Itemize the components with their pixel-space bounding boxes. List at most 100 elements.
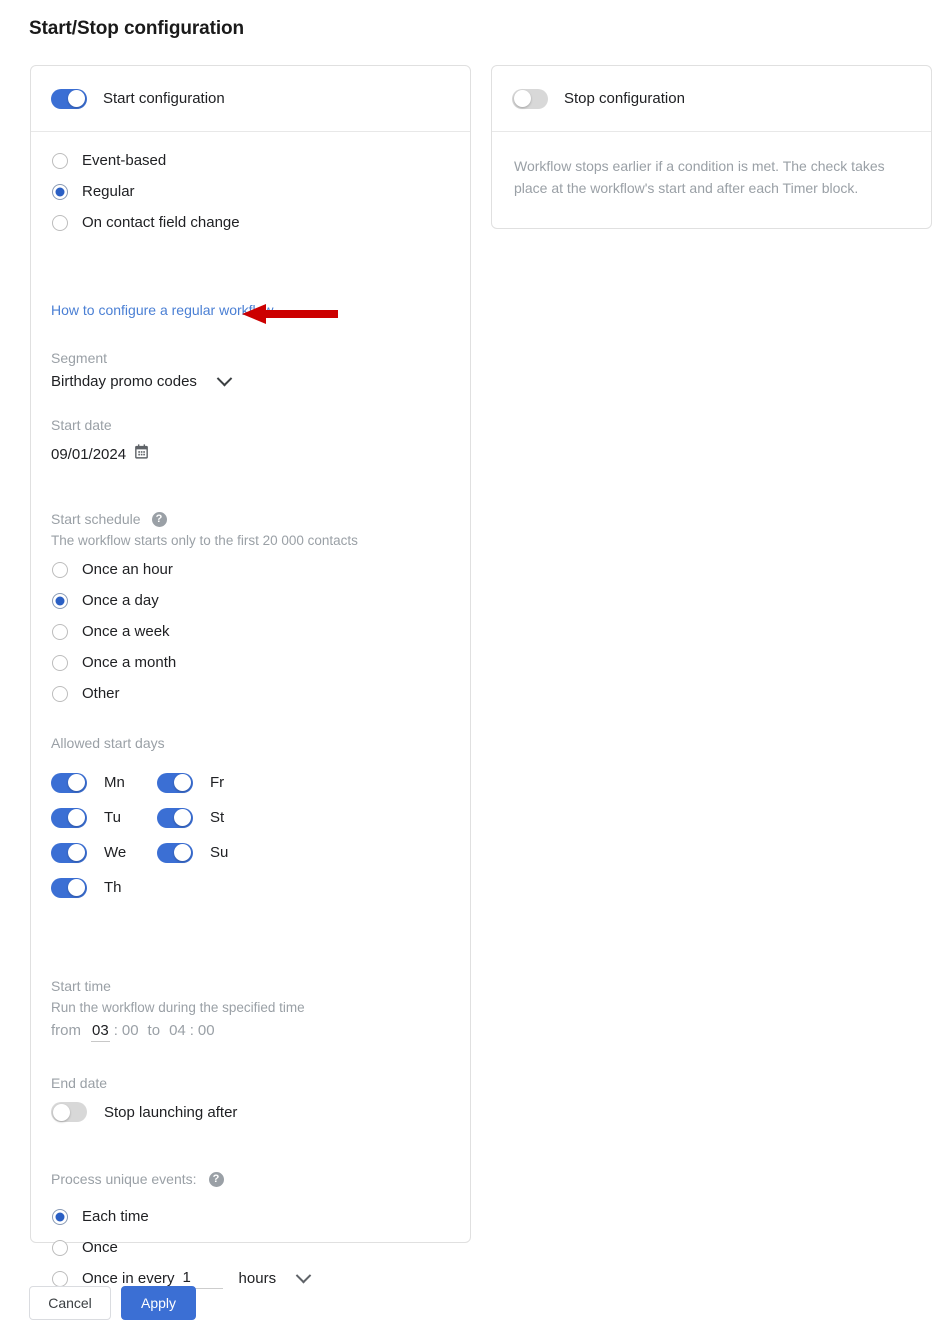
radio-icon bbox=[52, 1270, 68, 1287]
start-stop-configuration-page: Start/Stop configuration Start configura… bbox=[0, 0, 946, 1342]
day-toggle-switch[interactable] bbox=[157, 842, 193, 863]
day-toggle-su[interactable]: Su bbox=[157, 835, 228, 870]
radio-icon-selected bbox=[52, 183, 68, 200]
start-time-range: from 03 : 00 to 04 : 00 bbox=[51, 1022, 215, 1042]
start-configuration-label: Start configuration bbox=[103, 90, 225, 107]
allowed-days-column-one: Mn Tu We Th bbox=[51, 765, 126, 905]
start-date-label: Start date bbox=[51, 417, 112, 433]
radio-label: On contact field change bbox=[82, 214, 240, 231]
interval-unit-dropdown[interactable]: hours bbox=[239, 1267, 312, 1287]
radio-icon bbox=[52, 152, 68, 169]
chevron-down-icon bbox=[216, 370, 233, 387]
radio-icon bbox=[52, 685, 68, 702]
radio-option-regular[interactable]: Regular bbox=[51, 176, 240, 207]
start-schedule-note: The workflow starts only to the first 20… bbox=[51, 533, 358, 548]
radio-option-on-contact-field-change[interactable]: On contact field change bbox=[51, 207, 240, 238]
day-toggle-switch[interactable] bbox=[51, 772, 87, 793]
process-unique-events-label-row: Process unique events: ? bbox=[51, 1171, 224, 1187]
radio-option-once-a-month[interactable]: Once a month bbox=[51, 647, 176, 678]
toggle-knob bbox=[68, 809, 85, 826]
cancel-button[interactable]: Cancel bbox=[29, 1286, 111, 1320]
segment-dropdown[interactable]: Birthday promo codes bbox=[51, 370, 233, 390]
day-toggle-switch[interactable] bbox=[157, 772, 193, 793]
help-icon[interactable]: ? bbox=[151, 511, 167, 527]
radio-label: Regular bbox=[82, 183, 135, 200]
start-schedule-label: Start schedule bbox=[51, 511, 141, 527]
radio-icon bbox=[52, 1239, 68, 1256]
day-toggle-mn[interactable]: Mn bbox=[51, 765, 126, 800]
radio-option-once[interactable]: Once bbox=[51, 1232, 309, 1263]
process-unique-events-radio-group: Each time Once Once in every 1 hours bbox=[51, 1201, 312, 1294]
toggle-knob bbox=[174, 809, 191, 826]
day-toggle-switch[interactable] bbox=[157, 807, 193, 828]
chevron-down-icon bbox=[295, 1267, 312, 1284]
stop-configuration-header: Stop configuration bbox=[492, 66, 931, 132]
toggle-knob bbox=[53, 1103, 70, 1121]
radio-option-once-an-hour[interactable]: Once an hour bbox=[51, 554, 176, 585]
day-label: Su bbox=[210, 844, 229, 861]
start-configuration-body: Event-based Regular On contact field cha… bbox=[31, 132, 470, 1289]
start-configuration-toggle[interactable] bbox=[51, 88, 87, 109]
radio-icon-selected bbox=[52, 592, 68, 609]
day-toggle-st[interactable]: St bbox=[157, 800, 228, 835]
allowed-start-days-label: Allowed start days bbox=[51, 735, 165, 751]
start-time-label: Start time bbox=[51, 978, 111, 994]
day-toggle-th[interactable]: Th bbox=[51, 870, 126, 905]
day-toggle-fr[interactable]: Fr bbox=[157, 765, 228, 800]
stop-launching-after-row[interactable]: Stop launching after bbox=[51, 1102, 237, 1122]
radio-label: Each time bbox=[82, 1208, 149, 1225]
apply-button[interactable]: Apply bbox=[121, 1286, 196, 1320]
toggle-knob bbox=[514, 90, 531, 107]
annotation-arrow-icon bbox=[242, 304, 338, 324]
radio-label: Once in every bbox=[82, 1270, 175, 1287]
day-toggle-switch[interactable] bbox=[51, 842, 87, 863]
day-label: Tu bbox=[104, 809, 121, 826]
toggle-knob bbox=[68, 774, 85, 791]
start-configuration-card: Start configuration Event-based Regular … bbox=[30, 65, 471, 1289]
day-toggle-switch[interactable] bbox=[51, 877, 87, 898]
to-label: to bbox=[147, 1022, 161, 1039]
from-label: from bbox=[51, 1022, 81, 1039]
time-colon: : bbox=[189, 1022, 194, 1039]
stop-configuration-body: Workflow stops earlier if a condition is… bbox=[492, 132, 931, 199]
radio-icon bbox=[52, 623, 68, 640]
radio-option-once-a-day[interactable]: Once a day bbox=[51, 585, 176, 616]
day-toggle-switch[interactable] bbox=[51, 807, 87, 828]
calendar-icon[interactable] bbox=[133, 443, 150, 465]
radio-option-each-time[interactable]: Each time bbox=[51, 1201, 309, 1232]
from-minute-input[interactable]: 00 bbox=[122, 1022, 139, 1039]
day-toggle-we[interactable]: We bbox=[51, 835, 126, 870]
toggle-knob bbox=[68, 90, 85, 107]
day-label: St bbox=[210, 809, 225, 826]
radio-label: Event-based bbox=[82, 152, 167, 169]
radio-option-event-based[interactable]: Event-based bbox=[51, 145, 240, 176]
toggle-knob bbox=[68, 879, 85, 896]
start-date-field[interactable]: 09/01/2024 bbox=[51, 443, 150, 465]
radio-option-once-a-week[interactable]: Once a week bbox=[51, 616, 176, 647]
day-label: We bbox=[104, 844, 127, 861]
radio-icon bbox=[52, 561, 68, 578]
stop-configuration-toggle[interactable] bbox=[512, 88, 548, 109]
help-icon[interactable]: ? bbox=[208, 1171, 224, 1187]
day-label: Fr bbox=[210, 774, 225, 791]
segment-value: Birthday promo codes bbox=[51, 373, 197, 390]
radio-icon bbox=[52, 214, 68, 231]
radio-label: Other bbox=[82, 685, 120, 702]
toggle-knob bbox=[174, 774, 191, 791]
radio-option-other[interactable]: Other bbox=[51, 678, 176, 709]
to-minute-input[interactable]: 00 bbox=[198, 1022, 215, 1039]
radio-label: Once an hour bbox=[82, 561, 173, 578]
day-label: Mn bbox=[104, 774, 125, 791]
radio-icon bbox=[52, 654, 68, 671]
stop-launching-after-toggle[interactable] bbox=[51, 1102, 87, 1122]
page-title: Start/Stop configuration bbox=[29, 18, 245, 39]
stop-configuration-label: Stop configuration bbox=[564, 90, 685, 107]
to-hour-input[interactable]: 04 bbox=[169, 1022, 186, 1039]
day-toggle-tu[interactable]: Tu bbox=[51, 800, 126, 835]
toggle-knob bbox=[174, 844, 191, 861]
from-hour-input[interactable]: 03 bbox=[91, 1022, 110, 1042]
end-date-label: End date bbox=[51, 1075, 108, 1091]
day-label: Th bbox=[104, 879, 122, 896]
radio-label: Once bbox=[82, 1239, 118, 1256]
stop-launching-after-label: Stop launching after bbox=[104, 1103, 238, 1121]
